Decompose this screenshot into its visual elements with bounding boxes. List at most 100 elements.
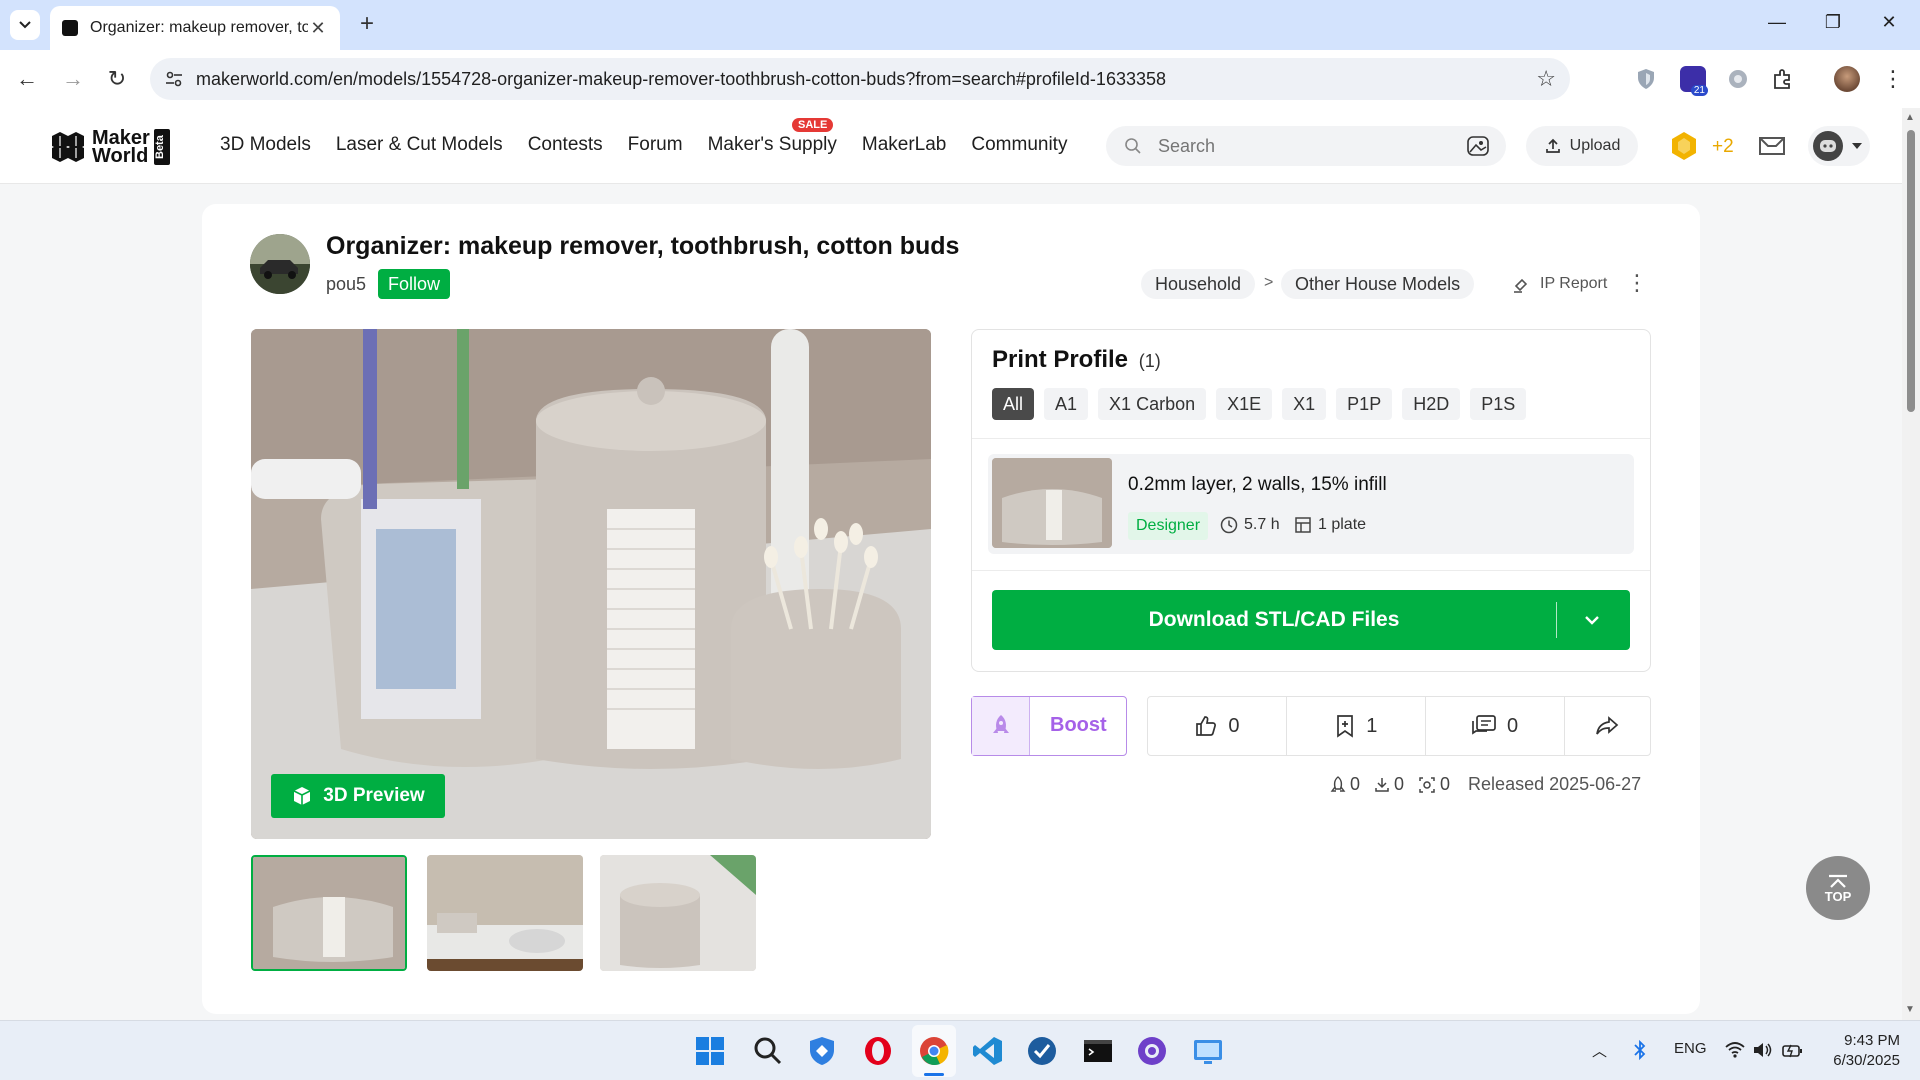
extensions-puzzle-icon[interactable] (1770, 66, 1796, 92)
upload-button[interactable]: Upload (1526, 126, 1638, 166)
new-tab-button[interactable]: + (352, 10, 382, 40)
image-search-icon[interactable] (1466, 134, 1490, 158)
filter-chip-h2d[interactable]: H2D (1402, 388, 1461, 420)
comment-button[interactable]: 0 (1426, 697, 1565, 755)
profile-avatar[interactable] (1834, 66, 1860, 92)
extension-badge-icon[interactable]: 21 (1680, 66, 1708, 96)
plate-count-value: 1 plate (1318, 516, 1367, 533)
extension-grid-icon[interactable] (1725, 66, 1751, 92)
breadcrumb-household[interactable]: Household (1141, 269, 1256, 299)
chevron-down-icon[interactable] (1570, 608, 1614, 632)
car-avatar-image (250, 234, 310, 294)
nav-3d-models[interactable]: 3D Models (220, 134, 311, 156)
restore-icon[interactable]: ❐ (1818, 12, 1848, 33)
filter-chip-x1[interactable]: X1 (1282, 388, 1327, 420)
site-info-icon[interactable] (164, 69, 184, 89)
print-profile-heading: Print Profile (992, 346, 1129, 373)
url-text: makerworld.com/en/models/1554728-organiz… (196, 68, 1167, 89)
scroll-down-arrow[interactable]: ▼ (1905, 1004, 1915, 1015)
gavel-icon (1514, 278, 1528, 293)
download-files-button[interactable]: Download STL/CAD Files (992, 590, 1630, 650)
forward-button[interactable]: → (58, 64, 88, 94)
divider (972, 570, 1650, 571)
breadcrumb-other-house-models[interactable]: Other House Models (1281, 269, 1475, 299)
top-label: TOP (1824, 889, 1852, 904)
plate-count: 1 plate (1294, 516, 1366, 534)
download-icon (1375, 777, 1389, 792)
nav-makers-supply[interactable]: Maker's Supply (708, 134, 837, 156)
like-button[interactable]: 0 (1148, 697, 1287, 755)
search-box[interactable] (1106, 126, 1506, 166)
bookmark-star-icon[interactable]: ☆ (1536, 66, 1556, 92)
print-profile-item[interactable]: 0.2mm layer, 2 walls, 15% infill Designe… (988, 454, 1634, 554)
tab-search-button[interactable] (10, 10, 40, 40)
filter-chip-p1s[interactable]: P1S (1470, 388, 1527, 420)
scroll-up-arrow[interactable]: ▲ (1905, 112, 1915, 123)
search-icon[interactable] (752, 1035, 784, 1067)
bluetooth-icon[interactable] (1632, 1039, 1648, 1061)
share-button[interactable] (1565, 697, 1650, 755)
defender-shield-icon[interactable] (806, 1035, 838, 1067)
rocket-outline-icon (1330, 775, 1346, 792)
points-coin-icon[interactable] (1668, 130, 1700, 162)
filter-chip-all[interactable]: All (992, 388, 1035, 420)
main-nav: 3D Models Laser & Cut Models Contests Fo… (220, 134, 1067, 156)
download-stat: 0 (1374, 774, 1404, 795)
terminal-icon[interactable] (1082, 1035, 1114, 1067)
profile-thumbnail (992, 458, 1112, 548)
opera-icon[interactable] (862, 1035, 894, 1067)
check-app-icon[interactable] (1026, 1035, 1058, 1067)
wifi-icon[interactable] (1724, 1041, 1746, 1059)
github-icon[interactable] (1136, 1035, 1168, 1067)
windows-start-icon[interactable] (694, 1035, 726, 1067)
language-indicator[interactable]: ENG (1674, 1040, 1707, 1057)
author-avatar[interactable] (250, 234, 310, 294)
more-options-icon[interactable]: ⋮ (1626, 270, 1648, 296)
system-clock[interactable]: 9:43 PM 6/30/2025 (1820, 1031, 1900, 1071)
follow-button[interactable]: Follow (378, 269, 450, 299)
remote-desktop-icon[interactable] (1192, 1035, 1224, 1067)
breadcrumb-separator: > (1264, 274, 1274, 291)
filter-chip-x1-carbon[interactable]: X1 Carbon (1098, 388, 1207, 420)
collect-button[interactable]: 1 (1287, 697, 1426, 755)
author-name[interactable]: pou5 (326, 274, 366, 295)
nav-laser-cut-models[interactable]: Laser & Cut Models (336, 134, 503, 156)
volume-icon[interactable] (1752, 1041, 1774, 1059)
boost-button[interactable]: Boost (971, 696, 1127, 756)
address-bar[interactable]: makerworld.com/en/models/1554728-organiz… (150, 58, 1570, 100)
ip-report-link[interactable]: IP Report (1512, 274, 1607, 294)
filter-chip-p1p[interactable]: P1P (1336, 388, 1393, 420)
model-main-image[interactable] (251, 329, 931, 839)
nav-forum[interactable]: Forum (628, 134, 683, 156)
vscode-icon[interactable] (972, 1035, 1004, 1067)
browser-menu-icon[interactable]: ⋮ (1878, 64, 1908, 94)
battery-icon[interactable] (1782, 1041, 1804, 1059)
close-window-icon[interactable]: ✕ (1874, 12, 1904, 33)
image-thumbnail-2[interactable] (427, 855, 583, 971)
search-input[interactable] (1158, 135, 1458, 157)
makerworld-logo[interactable]: Maker World Beta (48, 128, 170, 166)
nav-contests[interactable]: Contests (528, 134, 603, 156)
3d-preview-button[interactable]: 3D Preview (271, 774, 445, 818)
inbox-icon[interactable] (1758, 132, 1786, 158)
user-menu[interactable] (1808, 126, 1870, 166)
filter-chip-x1e[interactable]: X1E (1216, 388, 1273, 420)
back-button[interactable]: ← (12, 64, 42, 94)
chrome-icon[interactable] (918, 1035, 950, 1067)
image-thumbnail-3[interactable] (600, 855, 756, 971)
print-profile-panel: Print Profile (1) All A1 X1 Carbon X1E X… (971, 329, 1651, 672)
nav-makerlab[interactable]: MakerLab (862, 134, 947, 156)
minimize-icon[interactable]: — (1762, 12, 1792, 33)
filter-chip-a1[interactable]: A1 (1044, 388, 1089, 420)
image-thumbnail-1[interactable] (251, 855, 407, 971)
shield-extension-icon[interactable] (1633, 66, 1659, 92)
show-hidden-icons-icon[interactable]: ︿ (1592, 1040, 1607, 1061)
reload-button[interactable]: ↻ (102, 64, 132, 94)
page-scrollbar[interactable]: ▲ ▼ (1902, 108, 1920, 1020)
nav-community[interactable]: Community (971, 134, 1067, 156)
close-tab-icon[interactable]: ✕ (308, 18, 328, 39)
back-to-top-button[interactable]: TOP (1806, 856, 1870, 920)
scrollbar-thumb[interactable] (1907, 130, 1915, 412)
browser-tab[interactable]: Organizer: makeup remover, to ✕ (50, 6, 340, 50)
search-icon (1125, 138, 1141, 154)
